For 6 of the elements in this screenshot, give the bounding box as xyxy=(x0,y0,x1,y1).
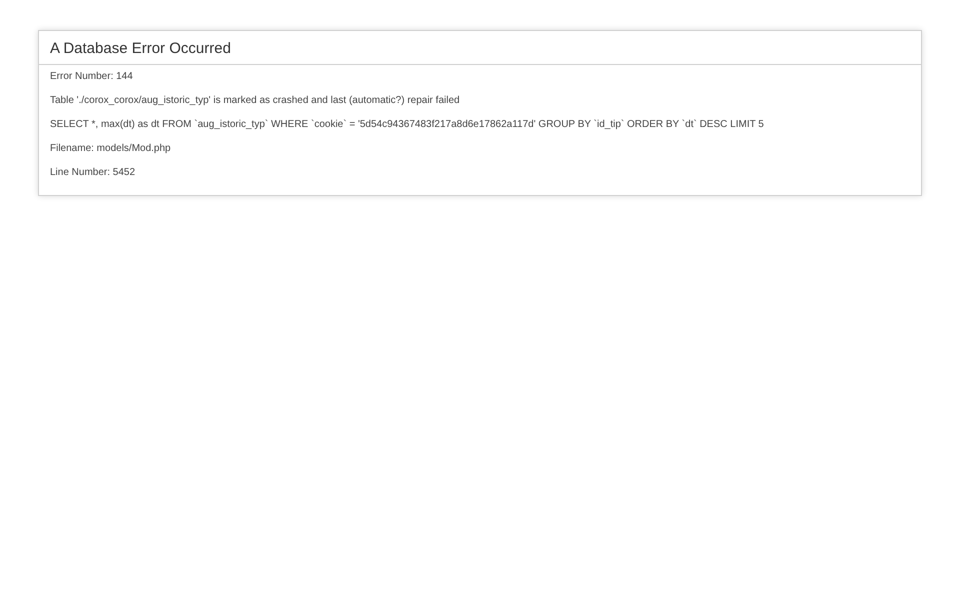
error-detail: Filename: models/Mod.php xyxy=(50,143,172,155)
error-detail: SELECT *, max(dt) as dt FROM `aug_istoric_typ` WHERE `cookie` = '5d54c94367483f217a8d6e17862a117d' GROUP BY `id_tip` ORDER BY `dt` DESC LIMIT 5 xyxy=(50,119,765,131)
error-detail: Table './corox_corox/aug_istoric_typ' is marked as crashed and last (automatic?) repair failed xyxy=(50,95,461,107)
error-detail: Line Number: 5452 xyxy=(50,167,136,179)
error-detail: Error Number: 144 xyxy=(50,71,134,83)
panel-title: A Database Error Occurred xyxy=(39,31,921,65)
